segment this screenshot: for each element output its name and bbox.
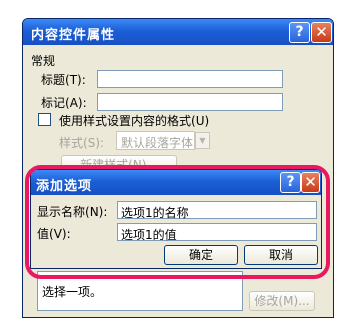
use-style-checkbox[interactable] — [38, 113, 51, 126]
tag-input[interactable] — [97, 93, 283, 111]
title-field-label: 标题(T): — [41, 73, 86, 87]
style-label: 样式(S): — [59, 136, 105, 150]
general-section-label: 常规 — [31, 54, 56, 68]
modify-button[interactable]: 修改(M)... — [249, 291, 315, 311]
outer-close-button[interactable]: ✕ — [311, 22, 332, 43]
outer-help-button[interactable]: ? — [289, 22, 310, 43]
outer-dialog-title: 内容控件属性 — [31, 28, 116, 43]
chevron-down-icon[interactable]: ▼ — [195, 132, 210, 149]
style-select[interactable]: 默认段落字体 — [116, 131, 195, 150]
list-item[interactable]: 选择一项。 — [42, 283, 102, 300]
use-style-checkbox-label: 使用样式设置内容的格式(U) — [59, 114, 210, 128]
help-icon: ? — [295, 24, 304, 40]
title-input[interactable] — [97, 70, 283, 88]
close-icon: ✕ — [315, 23, 328, 41]
highlight-annotation — [25, 165, 330, 279]
outer-dialog-titlebar[interactable]: 内容控件属性 — [23, 19, 333, 45]
tag-field-label: 标记(A): — [41, 96, 87, 110]
